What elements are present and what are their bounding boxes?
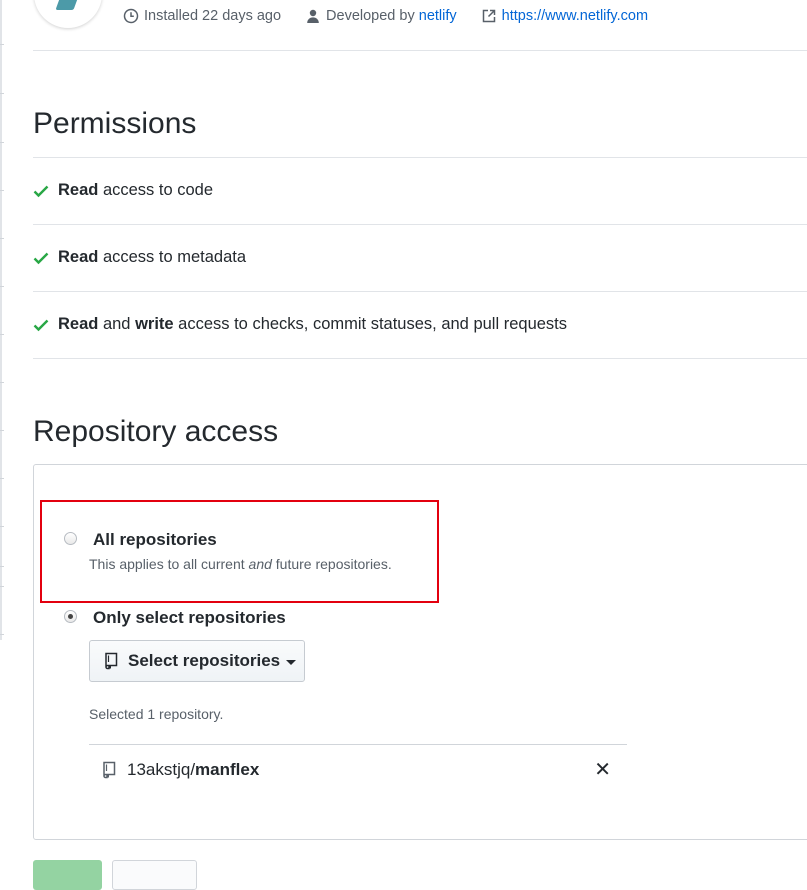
permission-item-metadata: Read access to metadata xyxy=(33,248,246,267)
developed-prefix: Developed by xyxy=(326,8,415,24)
check-icon xyxy=(33,185,49,197)
person-icon xyxy=(307,9,319,23)
cancel-button[interactable] xyxy=(112,860,197,890)
selected-count-text: Selected 1 repository. xyxy=(89,706,224,722)
website-link[interactable]: https://www.netlify.com xyxy=(502,8,648,24)
repository-name: manflex xyxy=(195,759,260,779)
permission-conjunction: and xyxy=(98,315,136,333)
repository-access-heading: Repository access xyxy=(33,415,279,448)
permission-text: Read and write access to checks, commit … xyxy=(58,315,567,334)
permission-text: Read access to code xyxy=(58,181,213,200)
gutter-tick xyxy=(0,382,4,383)
all-repositories-label[interactable]: All repositories xyxy=(93,530,217,550)
app-meta-row: Installed 22 days ago Developed by netli… xyxy=(123,8,672,24)
gutter-tick xyxy=(0,430,4,431)
desc-part: future repositories. xyxy=(271,556,392,572)
remove-repository-close-icon[interactable]: ✕ xyxy=(594,757,611,782)
divider xyxy=(89,744,627,745)
divider xyxy=(33,224,807,225)
clock-icon xyxy=(123,8,139,24)
desc-emphasis: and xyxy=(248,556,272,572)
permission-scope: access to metadata xyxy=(98,248,247,266)
permission-level: Read xyxy=(58,248,99,266)
check-icon xyxy=(33,319,49,331)
selected-repository-row: 13akstjq/manflex ✕ xyxy=(101,757,611,782)
netlify-logo-icon xyxy=(55,0,79,10)
caret-down-icon xyxy=(286,659,297,665)
select-repositories-radio[interactable] xyxy=(64,610,77,623)
installed-info: Installed 22 days ago xyxy=(123,8,281,24)
permission-scope: access to checks, commit statuses, and p… xyxy=(173,315,567,333)
select-repositories-label[interactable]: Only select repositories xyxy=(93,608,286,628)
website-info: https://www.netlify.com xyxy=(481,8,648,24)
app-avatar xyxy=(34,0,102,28)
repo-icon xyxy=(105,652,118,670)
divider xyxy=(33,358,807,359)
gutter-tick xyxy=(0,586,4,587)
external-link-icon xyxy=(482,9,495,23)
gutter-tick xyxy=(0,566,4,567)
save-button[interactable] xyxy=(33,860,102,890)
gutter-tick xyxy=(0,238,4,239)
developer-link[interactable]: netlify xyxy=(419,8,457,24)
permission-scope: access to code xyxy=(98,181,214,199)
repository-owner: 13akstjq/ xyxy=(127,759,196,779)
gutter-tick xyxy=(0,478,4,479)
repo-icon xyxy=(103,761,116,778)
permission-level: Read xyxy=(58,181,99,199)
divider xyxy=(33,157,807,158)
installed-text: Installed 22 days ago xyxy=(144,8,282,24)
check-icon xyxy=(33,252,49,264)
permission-item-code: Read access to code xyxy=(33,181,213,200)
divider xyxy=(33,291,807,292)
gutter-tick xyxy=(0,334,4,335)
select-repositories-button-label: Select repositories xyxy=(128,651,281,670)
gutter-tick xyxy=(0,190,4,191)
permission-text: Read access to metadata xyxy=(58,248,246,267)
gutter-tick xyxy=(0,142,4,143)
permission-item-checks: Read and write access to checks, commit … xyxy=(33,315,567,334)
permission-level-2: write xyxy=(135,315,174,333)
gutter-tick xyxy=(0,634,4,635)
gutter-tick xyxy=(0,286,4,287)
gutter-tick xyxy=(0,526,4,527)
developer-info: Developed by netlify xyxy=(305,8,457,24)
all-repositories-description: This applies to all current and future r… xyxy=(89,556,392,572)
desc-part: This applies to all current xyxy=(89,556,249,572)
permissions-heading: Permissions xyxy=(33,107,197,140)
all-repositories-radio[interactable] xyxy=(64,532,77,545)
highlight-box xyxy=(40,500,439,603)
divider xyxy=(33,50,807,51)
gutter-tick xyxy=(0,93,4,94)
left-gutter xyxy=(0,0,2,640)
select-repositories-button[interactable]: Select repositories xyxy=(89,640,305,682)
gutter-tick xyxy=(0,44,4,45)
permission-level: Read xyxy=(58,315,99,333)
